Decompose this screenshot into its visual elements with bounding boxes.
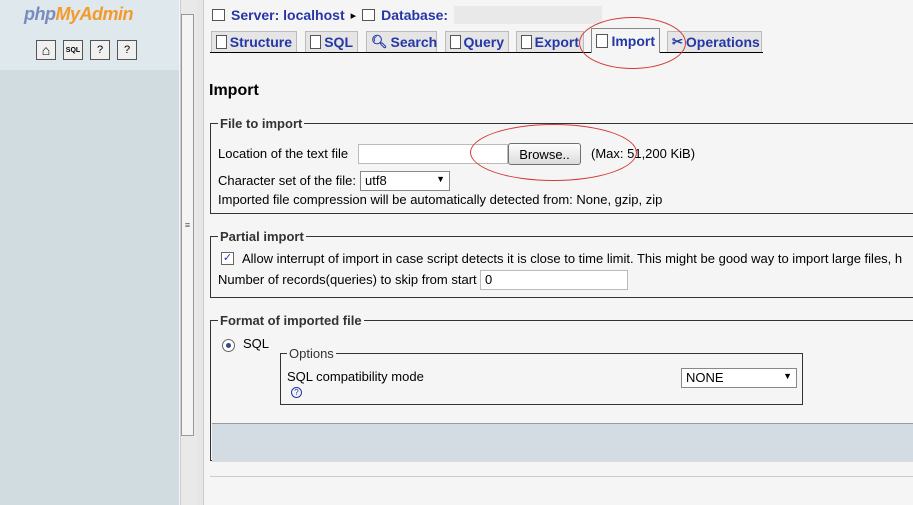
tab-import[interactable]: Import [591, 28, 660, 53]
bottom-divider [210, 476, 913, 477]
sql-icon [310, 35, 322, 49]
sql-query-window-icon[interactable]: SQL [63, 40, 83, 60]
scrollbar-grip-icon: ≡ [184, 220, 191, 230]
breadcrumb-server-link[interactable]: Server: localhost [231, 7, 345, 23]
tab-sql[interactable]: SQL [305, 31, 358, 52]
server-icon [212, 9, 225, 21]
compat-mode-label: SQL compatibility mode [287, 369, 424, 384]
legend-file-to-import: File to import [218, 116, 305, 131]
compression-note: Imported file compression will be automa… [218, 192, 663, 207]
left-navigation-frame [0, 0, 179, 505]
breadcrumb-database-link[interactable]: Database: [381, 7, 448, 23]
tab-export[interactable]: Export [516, 31, 584, 52]
logo-admin-text: Admin [79, 4, 134, 24]
query-icon [450, 35, 461, 49]
database-icon [362, 9, 376, 21]
chevron-down-icon: ▼ [436, 174, 445, 184]
page-title: Import [209, 82, 259, 99]
form-footer-bar [212, 423, 913, 462]
browse-button[interactable]: Browse.. [508, 143, 581, 165]
sql-format-radio[interactable] [222, 339, 235, 352]
operations-icon: ✂ [672, 34, 683, 49]
legend-format: Format of imported file [218, 313, 364, 328]
breadcrumb-separator: ▸ [350, 9, 357, 22]
sql-docs-icon[interactable]: ? [117, 40, 137, 60]
phpmyadmin-logo[interactable]: phpMyAdmin [24, 4, 134, 25]
export-icon [521, 35, 532, 49]
logo-php-text: php [24, 4, 56, 24]
documentation-icon[interactable]: ? [90, 40, 110, 60]
logo-my-text: My [55, 4, 81, 24]
tab-operations[interactable]: ✂ Operations [667, 31, 762, 52]
help-icon[interactable]: ? [291, 387, 302, 398]
tab-search[interactable]: 🔍︎ Search [366, 31, 437, 52]
tab-query[interactable]: Query [445, 31, 509, 52]
charset-select[interactable]: utf8 ▼ [360, 171, 450, 191]
breadcrumb: Server: localhost ▸ Database: [212, 6, 603, 24]
skip-records-label: Number of records(queries) to skip from … [218, 272, 477, 287]
max-size-text: (Max: 51,200 KiB) [591, 146, 696, 161]
home-icon[interactable]: ⌂ [36, 40, 56, 60]
compat-mode-select[interactable]: NONE ▼ [681, 368, 797, 388]
location-label: Location of the text file [218, 146, 349, 161]
file-path-input[interactable] [358, 144, 508, 164]
allow-interrupt-checkbox[interactable]: ✓ [221, 252, 234, 265]
sql-format-label: SQL [243, 336, 270, 351]
legend-options: Options [287, 346, 336, 361]
frame-divider[interactable] [197, 0, 204, 505]
chevron-down-icon: ▼ [783, 371, 792, 381]
skip-records-input[interactable]: 0 [480, 270, 628, 290]
charset-label: Character set of the file: [218, 173, 357, 188]
tab-structure[interactable]: Structure [211, 31, 297, 52]
import-icon [596, 34, 609, 48]
search-icon: 🔍︎ [371, 34, 388, 49]
database-name-redacted [454, 6, 603, 24]
structure-icon [216, 35, 227, 49]
allow-interrupt-label: Allow interrupt of import in case script… [242, 251, 903, 266]
legend-partial-import: Partial import [218, 229, 306, 244]
